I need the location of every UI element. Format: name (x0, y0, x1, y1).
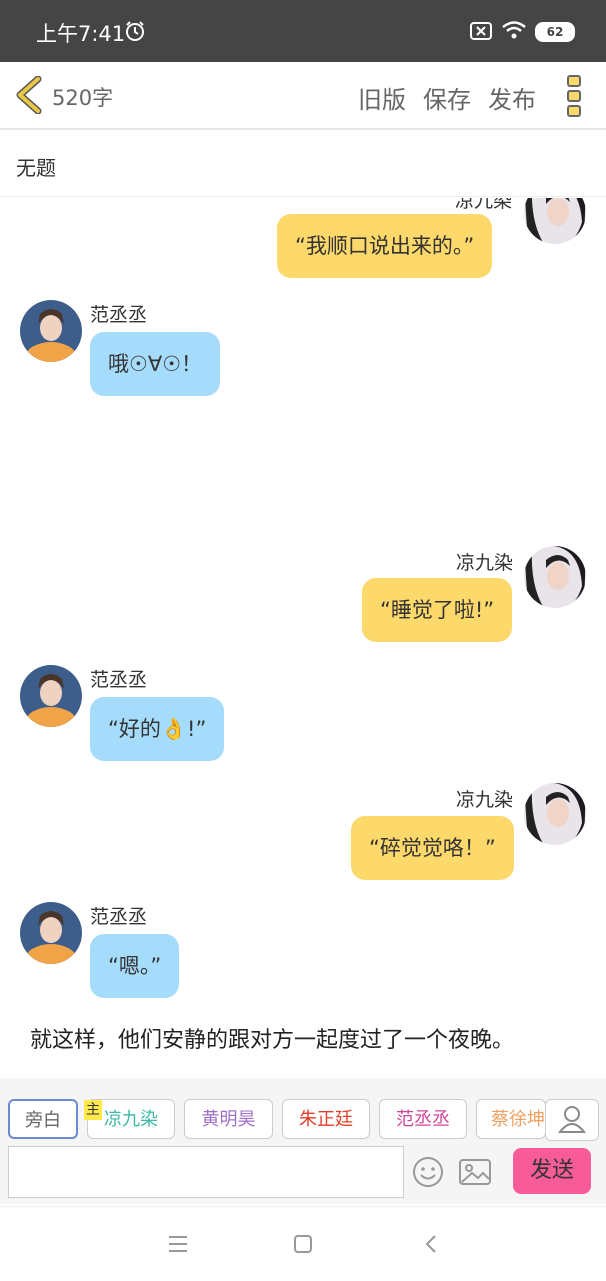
menu-icon[interactable] (168, 1235, 188, 1253)
image-icon[interactable] (458, 1156, 492, 1188)
message-bubble[interactable]: “嗯。” (90, 934, 180, 998)
character-chip-fanchengcheng[interactable]: 范丞丞 (379, 1099, 467, 1139)
message-bubble[interactable]: “好的👌!” (90, 697, 225, 761)
save-button[interactable]: 保存 (423, 80, 471, 115)
more-icon[interactable] (566, 74, 582, 118)
speaker-name: 凉九染 (456, 789, 514, 811)
avatar-fanchengcheng[interactable] (20, 300, 82, 362)
story-title-text: 无题 (16, 156, 56, 180)
speaker-name: 范丞丞 (90, 304, 148, 326)
battery-icon: 62 (535, 22, 575, 42)
home-icon[interactable] (293, 1234, 313, 1254)
back-nav-icon[interactable] (424, 1234, 438, 1254)
avatar-fanchengcheng[interactable] (20, 902, 82, 964)
character-chip-huangminghao[interactable]: 黄明昊 (184, 1099, 273, 1139)
add-character-button[interactable] (545, 1099, 599, 1141)
narration-text[interactable]: 就这样，他们安静的跟对方一起度过了一个夜晚。 (30, 1022, 514, 1054)
speaker-name: 范丞丞 (90, 906, 148, 928)
back-icon[interactable] (14, 76, 44, 114)
status-time: 上午7:41 (36, 22, 126, 46)
character-chip-caixukun[interactable]: 蔡徐坤 (476, 1099, 546, 1139)
avatar-liangjiuran[interactable] (524, 546, 586, 608)
status-bar: 上午7:41 62 (0, 0, 606, 62)
speaker-name: 凉九染 (456, 552, 514, 574)
host-badge: 主 (84, 1100, 102, 1120)
system-nav-bar (0, 1206, 606, 1281)
word-count: 520字 (52, 86, 114, 110)
speaker-name: 范丞丞 (90, 669, 148, 691)
message-bubble[interactable]: “我顺口说出来的。” (277, 214, 493, 278)
person-icon (557, 1106, 587, 1133)
message-bubble[interactable]: 哦☉∀☉！ (90, 332, 221, 396)
old-version-button[interactable]: 旧版 (358, 80, 406, 115)
alarm-icon (126, 21, 144, 41)
sim-icon (470, 22, 492, 40)
speaker-name: 凉九染 (455, 198, 513, 212)
avatar-fanchengcheng[interactable] (20, 665, 82, 727)
story-title[interactable]: 无题 (0, 130, 606, 197)
message-input[interactable] (8, 1146, 404, 1198)
editor-toolbar: 520字 旧版 保存 发布 (0, 62, 606, 130)
emoji-icon[interactable] (412, 1156, 444, 1188)
send-button[interactable]: 发送 (513, 1148, 591, 1194)
chat-area: 凉九染 “我顺口说出来的。” 范丞丞 哦☉∀☉！ 凉九染 “睡觉了啦!” 范丞丞… (0, 198, 606, 1076)
character-chip-narrator[interactable]: 旁白 (8, 1099, 78, 1139)
avatar-liangjiuran[interactable] (524, 198, 586, 244)
message-bubble[interactable]: “睡觉了啦!” (362, 578, 513, 642)
message-bubble[interactable]: “碎觉觉咯！” (351, 816, 514, 880)
wifi-icon (502, 21, 526, 39)
publish-button[interactable]: 发布 (488, 80, 536, 115)
character-chip-zhuzhengting[interactable]: 朱正廷 (282, 1099, 370, 1139)
avatar-liangjiuran[interactable] (524, 783, 586, 845)
